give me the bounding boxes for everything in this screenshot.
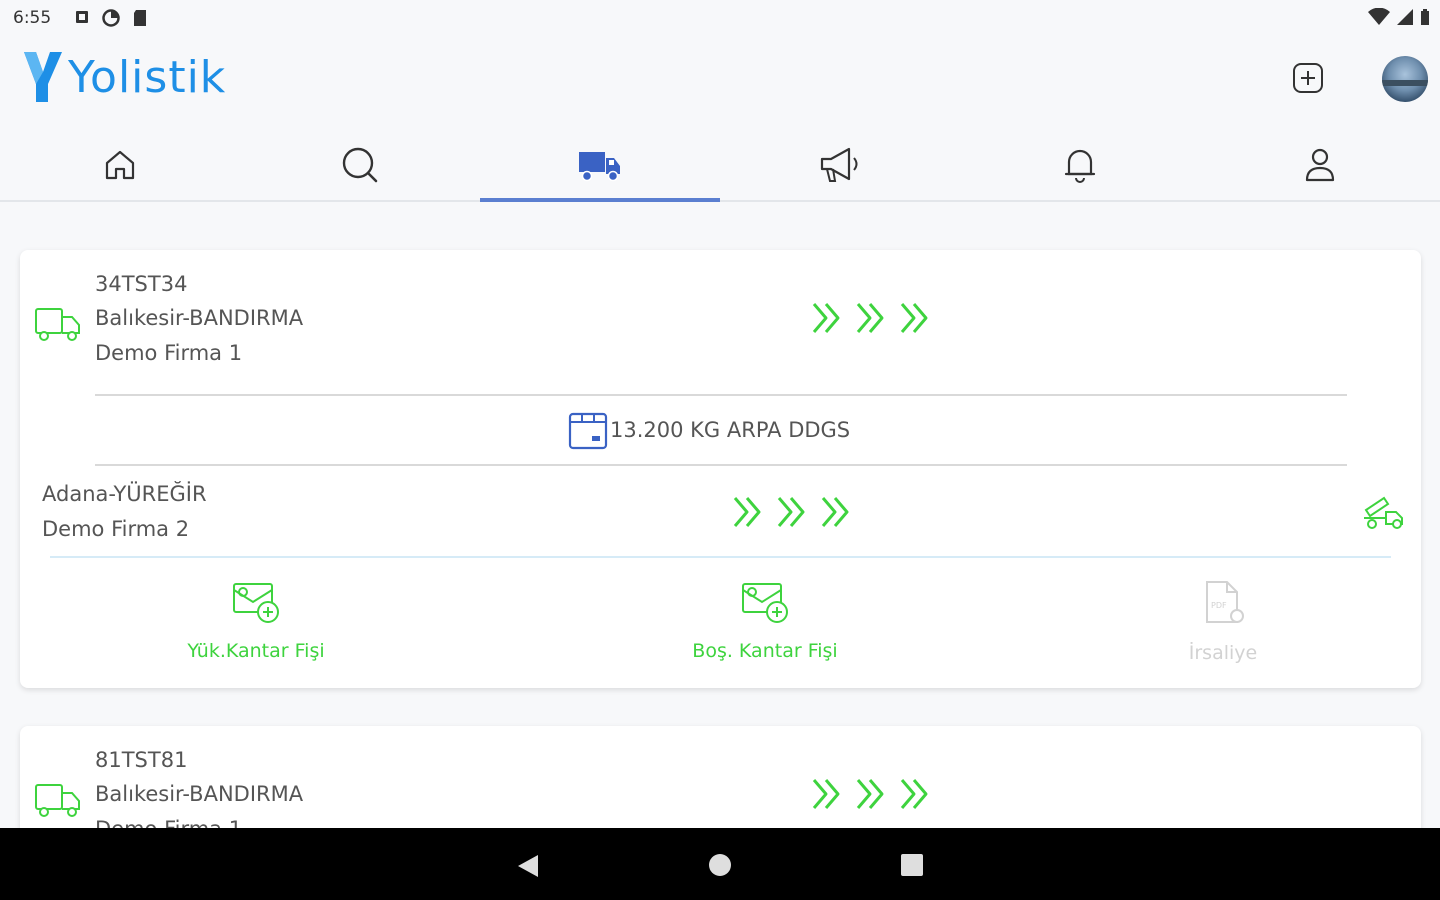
divider <box>95 394 1347 396</box>
origin-firm: Demo Firma 1 <box>95 341 243 365</box>
tab-announcements[interactable] <box>720 130 960 200</box>
waybill-button[interactable]: PDF İrsaliye <box>1133 580 1313 664</box>
double-chevron-right-icon <box>856 779 884 809</box>
bell-icon <box>1064 149 1096 183</box>
cargo-description: 13.200 KG ARPA DDGS <box>610 418 851 442</box>
data-saver-icon <box>102 9 120 27</box>
signal-icon <box>1397 9 1413 25</box>
back-icon[interactable] <box>516 853 540 879</box>
action-label: İrsaliye <box>1188 642 1258 664</box>
shipment-card[interactable]: 34TST34 Balıkesir-BANDIRMA Demo Firma 1 … <box>20 250 1421 688</box>
logo-mark-icon <box>24 52 62 102</box>
search-icon <box>342 147 378 183</box>
action-label: Yük.Kantar Fişi <box>187 640 325 662</box>
tab-search[interactable] <box>240 130 480 200</box>
plate-number: 34TST34 <box>95 272 188 296</box>
destination-location: Adana-YÜREĞİR <box>42 482 207 506</box>
app-logo: Yolistik <box>22 50 226 104</box>
notification-square-icon <box>76 11 88 23</box>
load-weighbridge-ticket-button[interactable]: Yük.Kantar Fişi <box>166 580 346 662</box>
add-receipt-icon <box>233 583 279 623</box>
tab-notifications[interactable] <box>960 130 1200 200</box>
double-chevron-right-icon <box>900 303 928 333</box>
home-nav-button[interactable] <box>709 854 731 876</box>
sd-card-icon <box>134 10 146 26</box>
megaphone-icon <box>820 147 858 182</box>
empty-weighbridge-ticket-button[interactable]: Boş. Kantar Fişi <box>675 580 855 662</box>
double-chevron-right-icon <box>900 779 928 809</box>
tab-profile[interactable] <box>1200 130 1440 200</box>
progress-arrows <box>731 494 855 530</box>
add-square-icon <box>1293 63 1323 93</box>
double-chevron-right-icon <box>812 779 840 809</box>
double-chevron-right-icon <box>812 303 840 333</box>
truck-outline-icon <box>35 784 80 817</box>
destination-firm: Demo Firma 2 <box>42 517 190 541</box>
user-icon <box>1305 148 1335 182</box>
plate-number: 81TST81 <box>95 748 188 772</box>
double-chevron-right-icon <box>733 497 761 527</box>
recents-nav-button[interactable] <box>901 854 923 876</box>
add-receipt-icon <box>742 583 788 623</box>
brand-name: Yolistik <box>68 51 227 103</box>
battery-icon <box>1421 9 1429 25</box>
system-nav-bar <box>0 828 1440 900</box>
svg-text:PDF: PDF <box>1211 601 1227 610</box>
home-icon <box>105 150 135 180</box>
wifi-icon <box>1368 8 1390 25</box>
add-button[interactable] <box>1290 60 1326 96</box>
app-bar: Yolistik <box>0 36 1440 126</box>
progress-arrows <box>810 300 934 336</box>
status-time: 6:55 <box>13 8 52 28</box>
action-label: Boş. Kantar Fişi <box>692 640 838 662</box>
avatar[interactable] <box>1382 56 1428 102</box>
cargo-info: 13.200 KG ARPA DDGS <box>568 410 850 450</box>
package-icon <box>568 412 608 450</box>
truck-outline-icon <box>35 308 80 341</box>
tab-shipments[interactable] <box>480 130 720 202</box>
double-chevron-right-icon <box>856 303 884 333</box>
origin-location: Balıkesir-BANDIRMA <box>95 782 304 806</box>
double-chevron-right-icon <box>821 497 849 527</box>
progress-arrows <box>810 776 934 812</box>
tab-bar <box>0 130 1440 202</box>
unloading-truck-icon <box>1364 496 1403 529</box>
tab-home[interactable] <box>0 130 240 200</box>
truck-icon <box>579 152 620 182</box>
divider <box>95 464 1347 466</box>
status-bar: 6:55 <box>0 0 1440 36</box>
double-chevron-right-icon <box>777 497 805 527</box>
section-divider <box>50 556 1391 558</box>
origin-location: Balıkesir-BANDIRMA <box>95 306 304 330</box>
pdf-file-icon: PDF <box>1206 581 1244 623</box>
